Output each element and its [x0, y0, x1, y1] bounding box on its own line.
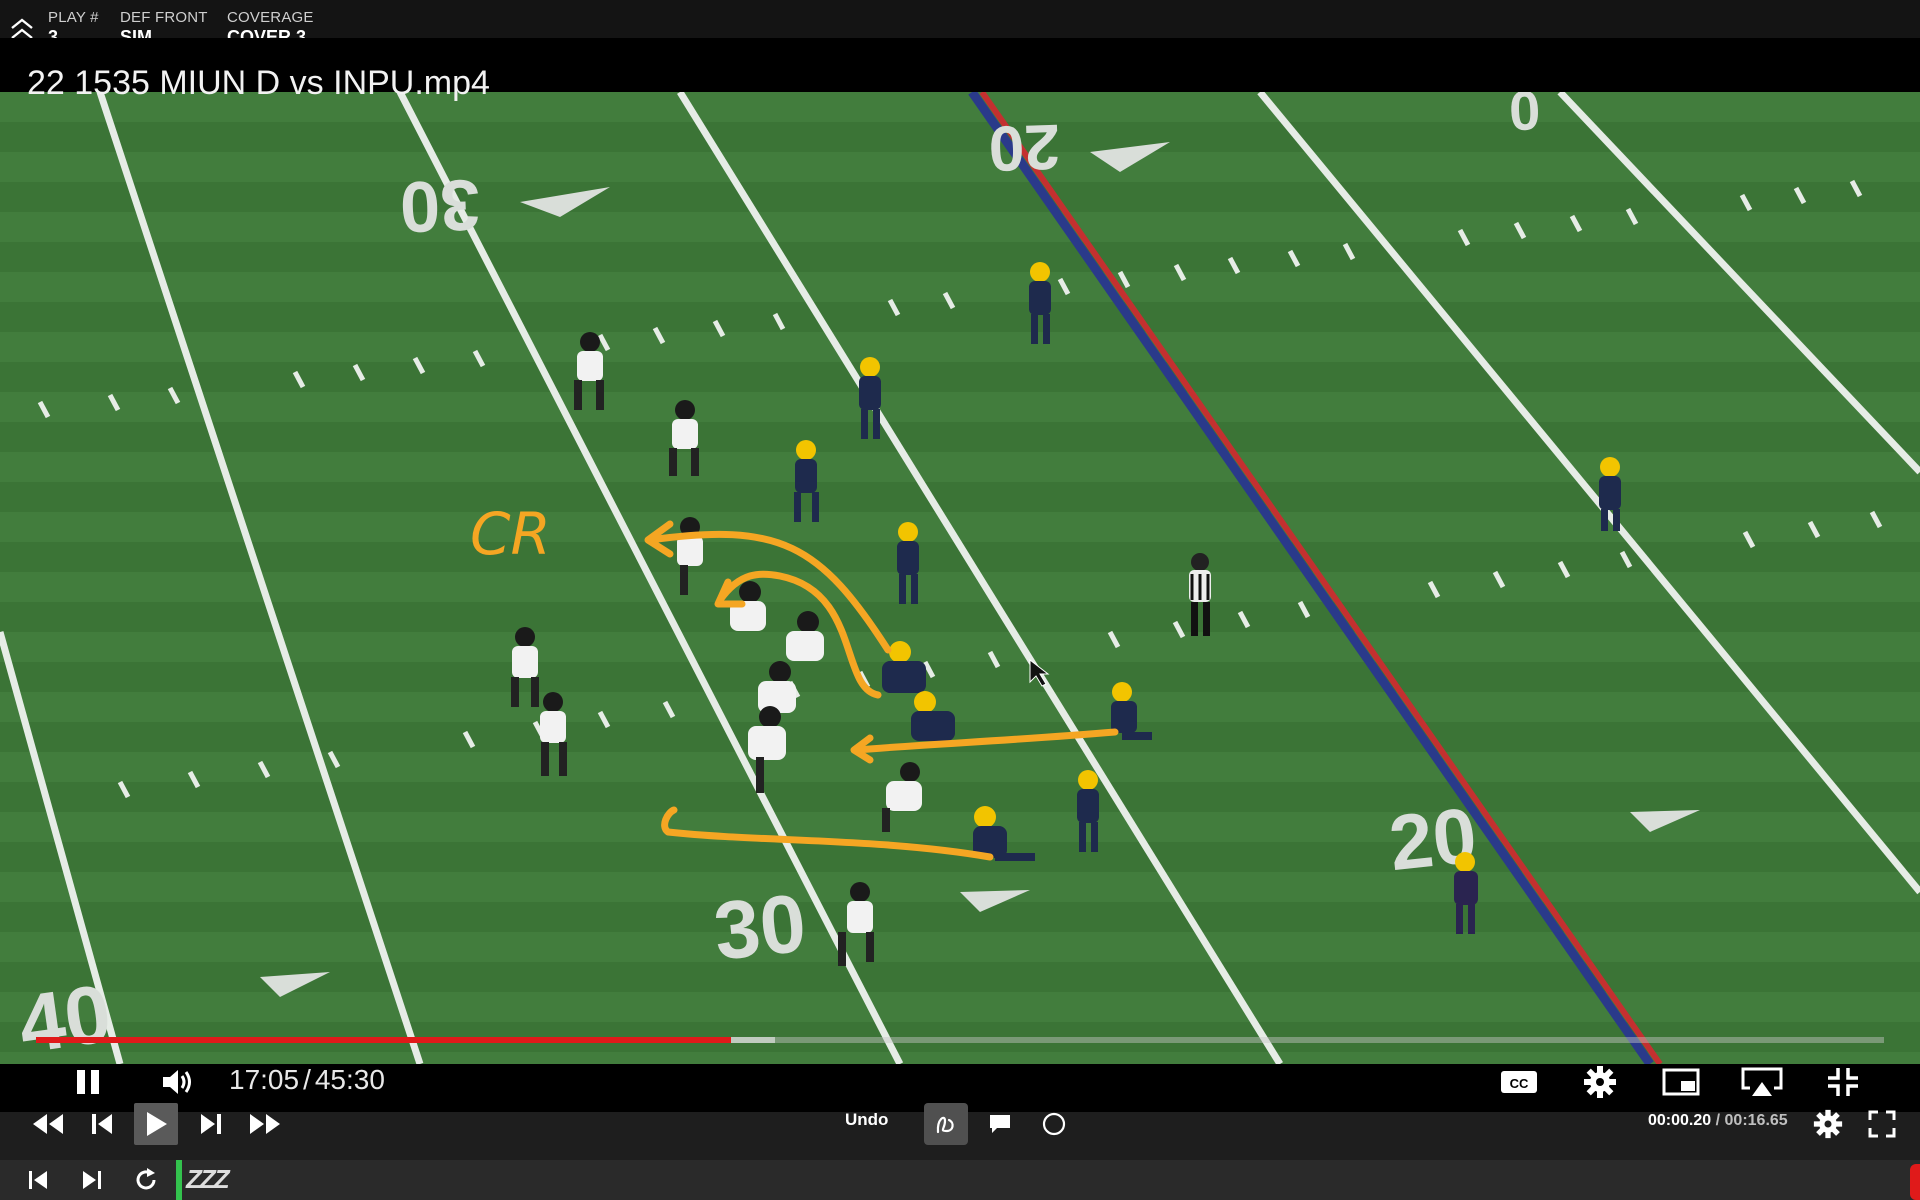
double-chevron-up-icon: [11, 18, 33, 39]
exit-fullscreen-button[interactable]: [1820, 1062, 1866, 1102]
skip-end-icon: [83, 1171, 101, 1189]
clip-thumbnail-marker[interactable]: [176, 1160, 182, 1200]
clip-current-time: 00:00.20: [1648, 1112, 1712, 1129]
yard-number: 40: [13, 968, 116, 1064]
play-number-label: PLAY #: [48, 9, 99, 26]
def-front-label: DEF FRONT: [120, 9, 208, 26]
video-time-display: 17:05/45:30: [229, 1064, 385, 1096]
pause-icon: [77, 1070, 99, 1094]
time-separator: /: [303, 1064, 311, 1095]
video-frame[interactable]: 30 20 40 30 20 0 CR: [0, 92, 1920, 1064]
svg-text:CC: CC: [1510, 1076, 1529, 1091]
progress-bar[interactable]: [36, 1037, 1884, 1043]
step-back-icon: [92, 1114, 112, 1134]
duration: 45:30: [314, 1064, 385, 1095]
timeline-end-marker: [1910, 1164, 1920, 1200]
circle-tool-button[interactable]: [1032, 1103, 1076, 1145]
play-icon: [147, 1112, 167, 1136]
closed-captions-icon: CC: [1501, 1071, 1537, 1093]
clip-time-separator: /: [1711, 1112, 1725, 1129]
exit-fullscreen-icon: [1828, 1068, 1858, 1096]
fast-forward-icon: [250, 1114, 280, 1134]
step-forward-icon: [201, 1114, 221, 1134]
volume-icon: [163, 1070, 191, 1094]
yard-number: 30: [398, 164, 481, 247]
gear-icon: [1584, 1066, 1616, 1098]
video-title: 22 1535 MIUN D vs INPU.mp4: [27, 64, 490, 102]
editor-settings-button[interactable]: [1806, 1103, 1850, 1145]
collapse-button[interactable]: [8, 16, 38, 40]
captions-button[interactable]: CC: [1496, 1062, 1542, 1102]
loop-button[interactable]: [128, 1163, 164, 1197]
fullscreen-button[interactable]: [1860, 1103, 1904, 1145]
pause-button[interactable]: [66, 1062, 112, 1102]
volume-button[interactable]: [155, 1062, 201, 1102]
loop-icon: [136, 1168, 156, 1190]
annotation-label: CR: [470, 500, 551, 568]
video-settings-button[interactable]: [1577, 1062, 1623, 1102]
clip-strip: [0, 1160, 1920, 1200]
football-field: [0, 92, 1920, 1064]
fast-forward-button[interactable]: [244, 1103, 288, 1145]
yard-number: 30: [710, 878, 810, 978]
draw-icon: [936, 1116, 954, 1134]
comment-tool-button[interactable]: [978, 1103, 1022, 1145]
skip-end-button[interactable]: [74, 1163, 110, 1197]
airplay-button[interactable]: [1739, 1062, 1785, 1102]
play-button[interactable]: [134, 1103, 178, 1145]
coverage-label: COVERAGE: [227, 9, 314, 26]
undo-button[interactable]: Undo: [845, 1110, 888, 1130]
clip-thumbnail-label: ZZZ: [186, 1164, 230, 1194]
airplay-icon: [1741, 1067, 1783, 1096]
skip-start-button[interactable]: [20, 1163, 56, 1197]
current-time: 17:05: [229, 1064, 300, 1095]
step-back-button[interactable]: [80, 1103, 124, 1145]
skip-start-icon: [29, 1171, 47, 1189]
circle-icon: [1042, 1112, 1066, 1136]
fast-rewind-button[interactable]: [25, 1103, 69, 1145]
fullscreen-icon: [1868, 1110, 1896, 1138]
step-forward-button[interactable]: [189, 1103, 233, 1145]
draw-tool-button[interactable]: [924, 1103, 968, 1145]
clip-time-display: 00:00.20 / 00:16.65: [1648, 1112, 1788, 1130]
picture-in-picture-icon: [1662, 1068, 1700, 1096]
yard-number: 20: [987, 111, 1061, 185]
clip-total-time: 00:16.65: [1724, 1112, 1788, 1129]
gear-icon: [1813, 1109, 1843, 1139]
fast-rewind-icon: [33, 1114, 63, 1134]
yard-number: 0: [1508, 92, 1541, 143]
progress-played: [36, 1037, 731, 1043]
comment-icon: [990, 1115, 1010, 1133]
pip-button[interactable]: [1658, 1062, 1704, 1102]
